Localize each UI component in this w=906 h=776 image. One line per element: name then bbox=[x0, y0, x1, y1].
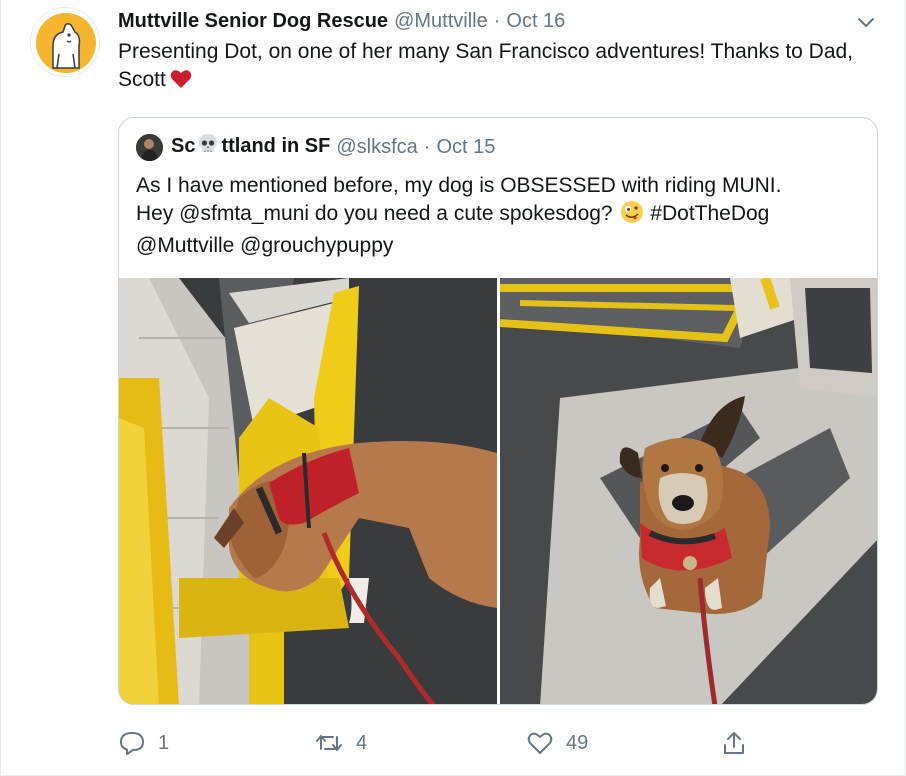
quoted-text-line-2-wrap: Hey @sfmta_muni do you need a cute spoke… bbox=[136, 200, 866, 232]
reply-button[interactable]: 1 bbox=[118, 728, 169, 758]
retweet-count: 4 bbox=[356, 731, 368, 754]
hashtag-link[interactable]: #DotTheDog bbox=[650, 202, 769, 225]
timeline-border-left bbox=[0, 0, 1, 776]
dog-logo-icon bbox=[36, 13, 96, 73]
skull-icon bbox=[197, 133, 219, 161]
zany-face-emoji-icon bbox=[620, 200, 644, 232]
share-icon bbox=[724, 732, 744, 754]
chevron-down-icon bbox=[858, 18, 874, 27]
photo-dog-looking-up[interactable] bbox=[500, 278, 877, 704]
retweet-button[interactable]: 4 bbox=[314, 728, 367, 758]
quoted-text-line-3: @Muttville @grouchypuppy bbox=[136, 234, 394, 257]
reply-count: 1 bbox=[158, 731, 170, 754]
reply-icon bbox=[120, 732, 144, 755]
heart-emoji-icon bbox=[170, 69, 192, 97]
quoted-name-start: Sc bbox=[171, 135, 196, 157]
separator: · bbox=[493, 9, 501, 32]
quoted-tweet-header: Sc ttland in SF @slksfca · Oct 15 bbox=[136, 132, 495, 162]
tweet-actions: 1 4 49 bbox=[118, 728, 758, 758]
author-handle[interactable]: @Muttville bbox=[394, 10, 488, 33]
retweet-icon bbox=[316, 735, 342, 751]
quoted-text-line-2: Hey @sfmta_muni do you need a cute spoke… bbox=[136, 202, 613, 225]
heart-icon bbox=[527, 732, 553, 754]
quoted-author-name[interactable]: Sc ttland in SF bbox=[171, 133, 330, 161]
tweet-text: Presenting Dot, on one of her many San F… bbox=[118, 38, 888, 97]
quoted-avatar bbox=[136, 133, 163, 161]
quoted-handle[interactable]: @slksfca bbox=[336, 136, 417, 159]
quoted-separator: · bbox=[423, 135, 431, 158]
like-count: 49 bbox=[566, 731, 589, 754]
quoted-text-line-1: As I have mentioned before, my dog is OB… bbox=[136, 174, 782, 197]
more-menu-button[interactable] bbox=[856, 12, 876, 32]
tweet-text-content: Presenting Dot, on one of her many San F… bbox=[118, 40, 854, 91]
quoted-name-end: ttland in SF bbox=[221, 135, 331, 157]
quoted-tweet-text: As I have mentioned before, my dog is OB… bbox=[136, 172, 866, 260]
like-button[interactable]: 49 bbox=[526, 728, 588, 758]
tweet-header: Muttville Senior Dog Rescue @Muttville ·… bbox=[118, 7, 876, 35]
author-name[interactable]: Muttville Senior Dog Rescue bbox=[118, 10, 388, 33]
avatar[interactable] bbox=[30, 7, 100, 77]
photo-dog-looking-down[interactable] bbox=[119, 278, 497, 704]
quoted-date[interactable]: Oct 15 bbox=[436, 136, 495, 159]
quoted-tweet[interactable]: Sc ttland in SF @slksfca · Oct 15 As I ha… bbox=[118, 117, 878, 705]
tweet-date[interactable]: Oct 16 bbox=[506, 10, 565, 33]
share-button[interactable] bbox=[720, 728, 760, 758]
